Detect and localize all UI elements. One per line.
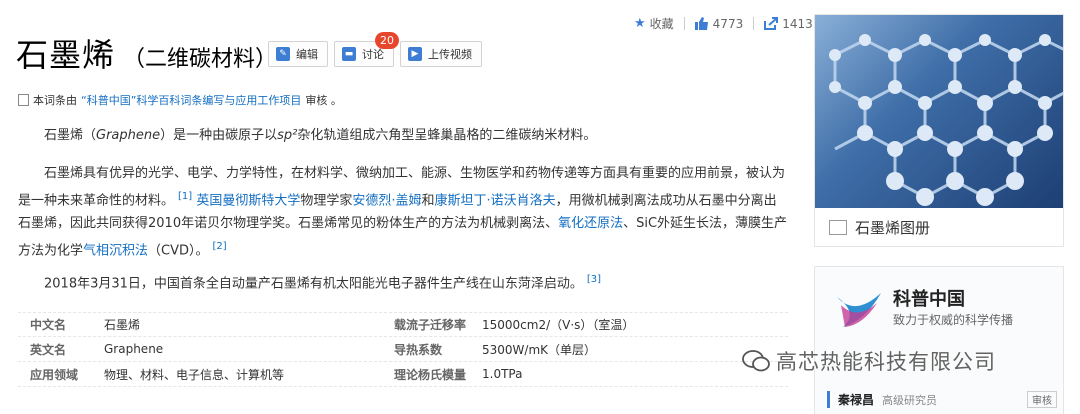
info-key: 导热系数	[394, 342, 443, 357]
watermark: 高芯热能科技有限公司	[742, 346, 996, 376]
reference-link-2[interactable]: [2]	[213, 241, 227, 252]
favorite-button[interactable]: ★ 收藏	[634, 15, 674, 32]
graphene-lattice-image[interactable]	[815, 15, 1063, 208]
info-key: 理论杨氏模量	[394, 367, 467, 382]
text: 2018年3月31日，中国首条全自动量产石墨烯有机太阳能光电子器件生产线在山东菏…	[44, 276, 583, 292]
link-geim[interactable]: 安德烈·盖姆	[352, 193, 421, 208]
table-row: 中文名 石墨烯 载流子迁移率 15000cm2/（V·s）（室温）	[18, 312, 788, 337]
upload-video-label: 上传视频	[428, 48, 472, 61]
info-key: 载流子迁移率	[394, 318, 467, 332]
favorite-label: 收藏	[649, 17, 674, 31]
kepu-logo-icon	[837, 293, 881, 327]
info-value: Graphene	[104, 342, 164, 356]
info-value: 5300W/mK（单层）	[482, 342, 597, 357]
stats-bar: ★ 收藏 4773 1413	[634, 15, 813, 32]
title-actions: ✎ 编辑 ▬ 讨论 20 ▶ 上传视频	[268, 32, 482, 67]
text: 物理学家	[300, 193, 353, 209]
basic-info-table: 中文名 石墨烯 载流子迁移率 15000cm2/（V·s）（室温） 英文名 Gr…	[18, 312, 788, 387]
share-icon	[764, 17, 779, 30]
summary-paragraph-3: 2018年3月31日，中国首条全自动量产石墨烯有机太阳能光电子器件生产线在山东菏…	[18, 268, 788, 295]
info-key: 应用领域	[30, 367, 79, 382]
like-count: 4773	[712, 16, 744, 31]
thumbs-up-icon	[694, 17, 708, 30]
review-prefix: 本词条由	[33, 94, 77, 107]
reference-link-3[interactable]: [3]	[587, 274, 601, 285]
reference-link-1[interactable]: [1]	[178, 191, 192, 202]
review-suffix: 审核 。	[305, 94, 342, 107]
title-main: 石墨烯	[16, 36, 116, 74]
text: 石墨烯（	[44, 128, 97, 143]
link-cvd[interactable]: 气相沉积法	[83, 244, 148, 259]
album-icon	[829, 219, 847, 235]
summary-paragraph-1: 石墨烯（Graphene）是一种由碳原子以sp²杂化轨道组成六角型呈蜂巢晶格的二…	[18, 124, 788, 147]
english-name: Graphene	[96, 128, 161, 143]
review-project-link[interactable]: “科普中国”科学百科词条编写与应用工作项目	[81, 92, 301, 108]
discuss-icon: ▬	[342, 47, 356, 61]
kepu-description: 致力于权威的科学传播	[893, 313, 1014, 327]
review-notice: 本词条由 “科普中国”科学百科词条编写与应用工作项目 审核 。	[18, 92, 342, 108]
review-tag: 审核	[1027, 391, 1057, 408]
info-value: 物理、材料、电子信息、计算机等	[104, 367, 285, 382]
hybrid-orbital: sp²	[277, 128, 298, 143]
link-manchester[interactable]: 英国曼彻斯特大学	[196, 193, 300, 208]
watermark-text: 高芯热能科技有限公司	[776, 350, 996, 374]
info-key: 英文名	[30, 342, 67, 357]
text: （CVD）。	[148, 243, 209, 259]
discuss-button[interactable]: ▬ 讨论 20	[334, 32, 399, 67]
text: ）是一种由碳原子以	[160, 128, 278, 143]
edit-icon: ✎	[276, 47, 290, 61]
summary-paragraph-2: 石墨烯具有优异的光学、电学、力学特性，在材料学、微纳加工、能源、生物医学和药物传…	[18, 162, 788, 263]
text: 杂化轨道组成六角型呈蜂巢晶格的二维碳纳米材料。	[297, 128, 597, 143]
divider	[683, 17, 685, 30]
like-button[interactable]: 4773	[694, 16, 744, 31]
upload-video-icon: ▶	[408, 47, 422, 61]
page-title: 石墨烯 （二维碳材料）	[16, 30, 277, 76]
info-key: 中文名	[30, 318, 67, 332]
link-redox-method[interactable]: 氧化还原法	[558, 216, 623, 231]
title-subtitle: （二维碳材料）	[123, 47, 278, 72]
lattice-illustration	[829, 34, 1063, 206]
info-value: 石墨烯	[104, 318, 141, 332]
table-row: 英文名 Graphene 导热系数 5300W/mK（单层）	[18, 337, 788, 362]
wechat-icon	[742, 350, 770, 372]
discuss-count-badge: 20	[375, 32, 399, 49]
album-card[interactable]: 石墨烯图册	[814, 14, 1064, 247]
share-button[interactable]: 1413	[764, 17, 813, 31]
document-icon	[18, 94, 29, 106]
divider	[753, 17, 755, 30]
edit-button[interactable]: ✎ 编辑	[268, 41, 328, 67]
info-value: 1.0TPa	[482, 367, 523, 381]
expert-row[interactable]: 秦禄昌 高级研究员 审核	[827, 391, 1057, 408]
album-caption[interactable]: 石墨烯图册	[815, 208, 1063, 246]
upload-video-button[interactable]: ▶ 上传视频	[400, 41, 482, 67]
link-novoselov[interactable]: 康斯坦丁·诺沃肖洛夫	[435, 193, 556, 208]
star-icon: ★	[634, 16, 646, 31]
kepu-china-card: 科普中国 致力于权威的科学传播 秦禄昌 高级研究员 审核	[814, 266, 1064, 414]
share-count: 1413	[782, 16, 813, 31]
kepu-name[interactable]: 科普中国	[893, 285, 965, 311]
album-caption-text: 石墨烯图册	[855, 218, 931, 237]
expert-title: 高级研究员	[882, 393, 938, 407]
edit-label: 编辑	[296, 48, 318, 61]
expert-name: 秦禄昌	[838, 393, 875, 407]
text: 和	[421, 193, 435, 209]
info-value: 15000cm2/（V·s）（室温）	[482, 318, 635, 332]
table-row: 应用领域 物理、材料、电子信息、计算机等 理论杨氏模量 1.0TPa	[18, 362, 788, 387]
